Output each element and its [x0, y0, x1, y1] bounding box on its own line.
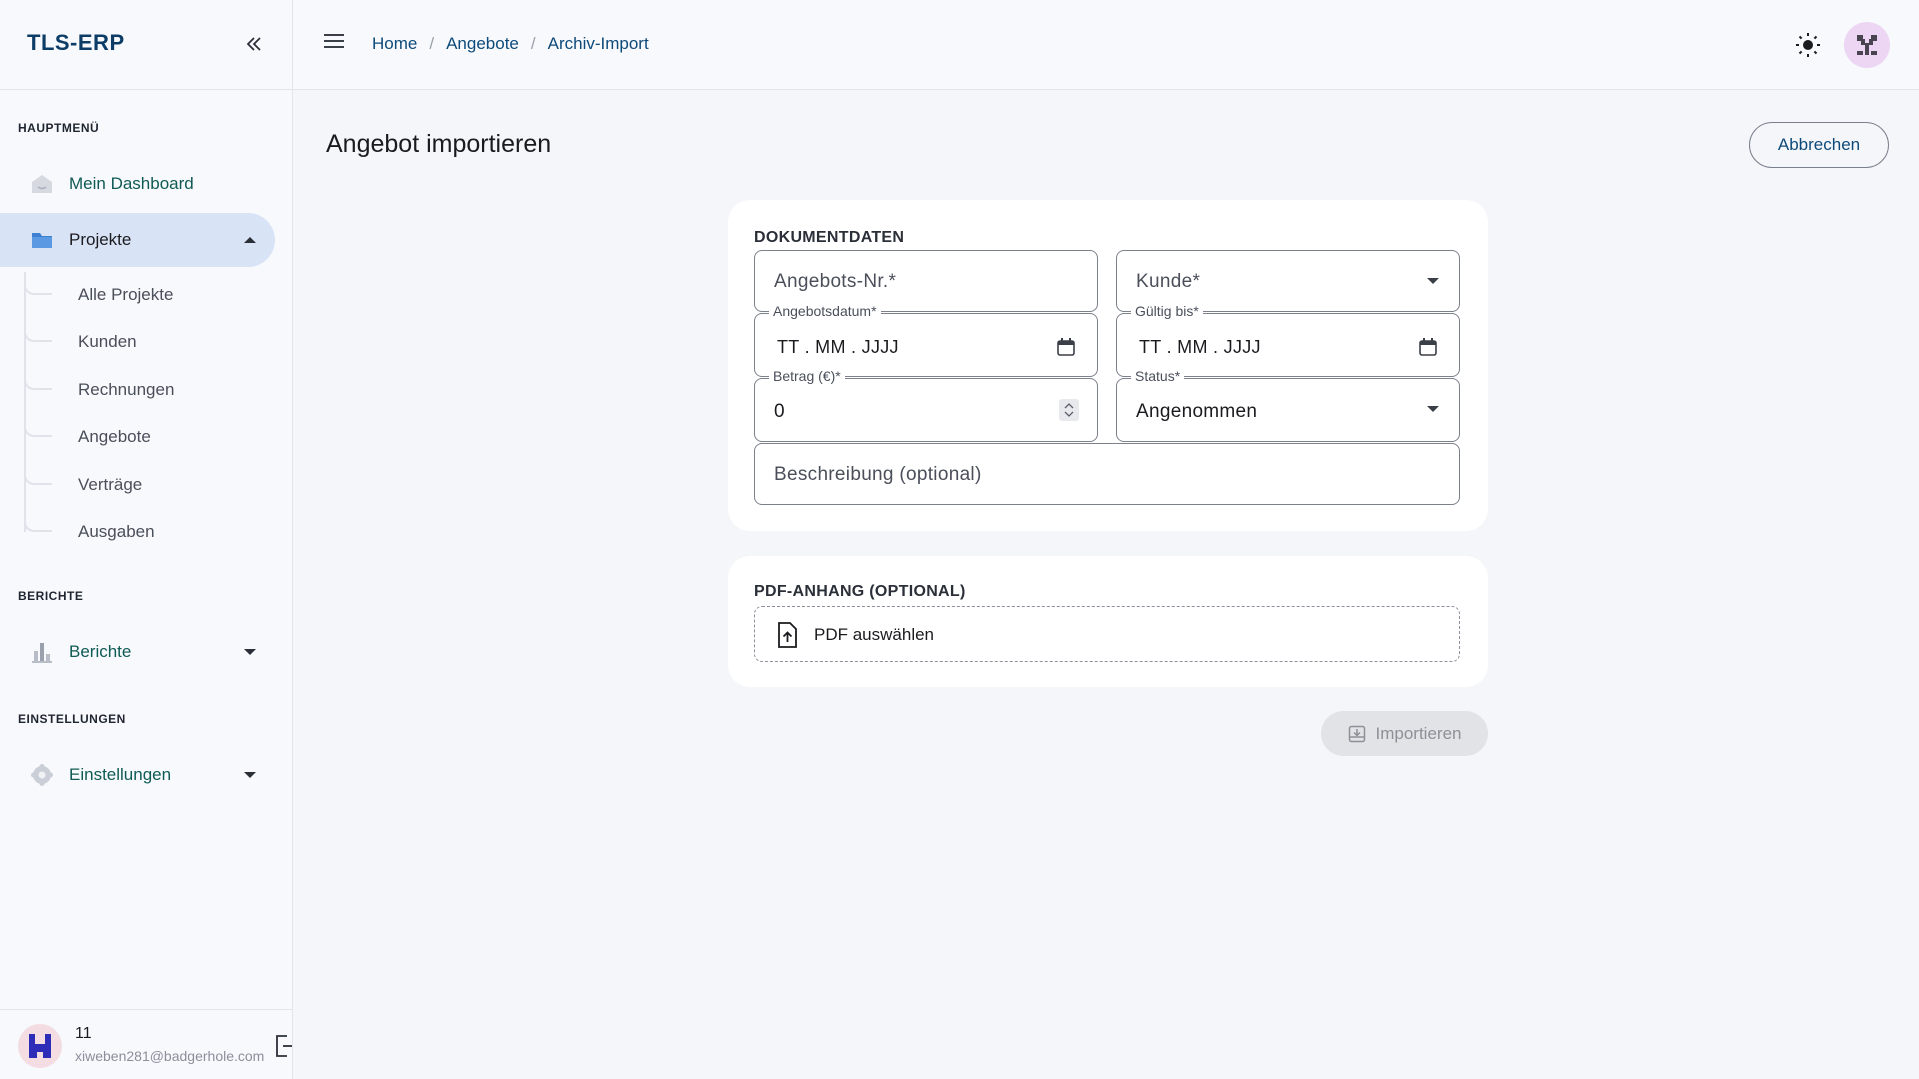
sun-icon — [1796, 33, 1820, 57]
offer-number-placeholder: Angebots-Nr.* — [774, 271, 897, 292]
gear-icon — [30, 763, 54, 787]
calendar-icon[interactable] — [1417, 336, 1439, 358]
section-title: DOKUMENTDATEN — [754, 229, 905, 246]
sidebar-subitem-ausgaben[interactable]: Ausgaben — [24, 512, 274, 552]
amount-value: 0 — [774, 401, 785, 422]
valid-until-label: Gültig bis* — [1131, 303, 1203, 319]
status-value: Angenommen — [1136, 401, 1258, 422]
number-stepper[interactable] — [1059, 399, 1079, 421]
calendar-icon[interactable] — [1055, 336, 1077, 358]
house-icon — [30, 172, 54, 196]
sidebar-subitem-vertraege[interactable]: Verträge — [24, 465, 274, 505]
double-chevron-left-icon — [246, 37, 261, 51]
theme-toggle-button[interactable] — [1793, 30, 1823, 60]
breadcrumb-separator: / — [429, 34, 435, 53]
user-email: xiweben281@badgerhole.com — [75, 1048, 265, 1064]
user-avatar-icon — [1857, 35, 1877, 55]
file-upload-icon — [778, 622, 797, 648]
caret-down-icon — [243, 768, 257, 782]
description-field[interactable]: Beschreibung (optional) — [754, 443, 1460, 505]
menu-button[interactable] — [323, 32, 347, 56]
pdf-select-label: PDF auswählen — [814, 625, 935, 644]
section-label-main: HAUPTMENÜ — [18, 121, 100, 135]
pdf-attachment-card: PDF-ANHANG (OPTIONAL) PDF auswählen — [728, 556, 1488, 687]
sidebar-item-projects[interactable]: Projekte — [0, 213, 275, 267]
folder-icon — [30, 228, 54, 252]
sidebar-item-dashboard[interactable]: Mein Dashboard — [0, 157, 275, 211]
subitem-label: Rechnungen — [78, 380, 175, 399]
sidebar: TLS-ERP HAUPTMENÜ Mein Dashboard Projekt… — [0, 0, 293, 1079]
subitem-label: Alle Projekte — [78, 285, 174, 304]
user-avatar-button[interactable] — [1844, 22, 1890, 68]
brand-row: TLS-ERP — [0, 0, 292, 90]
user-name: 11 — [75, 1025, 92, 1042]
sidebar-item-label: Projekte — [69, 230, 132, 249]
user-box: 11 xiweben281@badgerhole.com — [0, 1009, 293, 1079]
breadcrumb-angebote[interactable]: Angebote — [446, 34, 519, 54]
subitem-label: Kunden — [78, 332, 137, 351]
offer-date-value: TT . MM . JJJJ — [777, 337, 899, 357]
sidebar-item-label: Einstellungen — [69, 765, 172, 784]
breadcrumb-archiv-import[interactable]: Archiv-Import — [548, 34, 649, 54]
status-label: Status* — [1131, 368, 1185, 384]
page-title: Angebot importieren — [326, 130, 552, 158]
amount-field[interactable]: Betrag (€)* 0 — [754, 368, 1098, 442]
hamburger-menu-icon — [324, 34, 344, 48]
breadcrumb-separator: / — [530, 34, 536, 53]
sidebar-subitem-rechnungen[interactable]: Rechnungen — [24, 370, 274, 410]
status-select[interactable]: Status* Angenommen — [1116, 368, 1460, 442]
subitem-label: Ausgaben — [78, 522, 155, 541]
section-label-reports: BERICHTE — [18, 589, 84, 603]
sidebar-subitem-kunden[interactable]: Kunden — [24, 322, 274, 362]
section-title: PDF-ANHANG (OPTIONAL) — [754, 583, 966, 600]
logout-icon — [276, 1035, 292, 1057]
stepper-arrows-icon — [1064, 403, 1074, 417]
document-data-card: DOKUMENTDATEN Angebots-Nr.* Kunde* Angeb… — [728, 200, 1488, 531]
topbar: Home / Angebote / Archiv-Import — [293, 0, 1919, 90]
section-label-settings: EINSTELLUNGEN — [18, 712, 126, 726]
description-placeholder: Beschreibung (optional) — [774, 464, 982, 485]
breadcrumb-home[interactable]: Home — [372, 34, 417, 54]
cancel-button[interactable]: Abbrechen — [1749, 122, 1889, 168]
bar-chart-icon — [30, 640, 54, 664]
logout-button[interactable] — [275, 1034, 295, 1058]
dropdown-arrow-icon — [1427, 406, 1439, 412]
caret-down-icon — [243, 645, 257, 659]
sidebar-item-label: Mein Dashboard — [69, 174, 194, 193]
import-label: Importieren — [1375, 723, 1462, 743]
user-avatar-icon — [29, 1034, 51, 1058]
subitem-label: Verträge — [78, 475, 143, 494]
avatar — [18, 1024, 62, 1068]
sidebar-subitem-alle-projekte[interactable]: Alle Projekte — [24, 275, 274, 315]
sidebar-item-label: Berichte — [69, 642, 132, 661]
import-button[interactable]: Importieren — [1321, 711, 1488, 756]
amount-label: Betrag (€)* — [769, 368, 845, 384]
sidebar-item-reports[interactable]: Berichte — [0, 625, 275, 679]
collapse-sidebar-button[interactable] — [240, 30, 268, 58]
brand-logo: TLS-ERP — [27, 30, 125, 55]
sidebar-item-settings[interactable]: Einstellungen — [0, 748, 275, 802]
dropdown-arrow-icon — [1427, 278, 1439, 284]
valid-until-value: TT . MM . JJJJ — [1139, 337, 1261, 357]
breadcrumb: Home / Angebote / Archiv-Import — [372, 34, 649, 54]
caret-up-icon — [243, 233, 257, 247]
sidebar-subitem-angebote[interactable]: Angebote — [24, 417, 274, 457]
import-archive-icon — [1348, 725, 1365, 742]
pdf-upload-dropzone[interactable]: PDF auswählen — [754, 606, 1460, 662]
customer-placeholder: Kunde* — [1136, 271, 1201, 292]
subitem-label: Angebote — [78, 427, 151, 446]
offer-date-label: Angebotsdatum* — [769, 303, 881, 319]
